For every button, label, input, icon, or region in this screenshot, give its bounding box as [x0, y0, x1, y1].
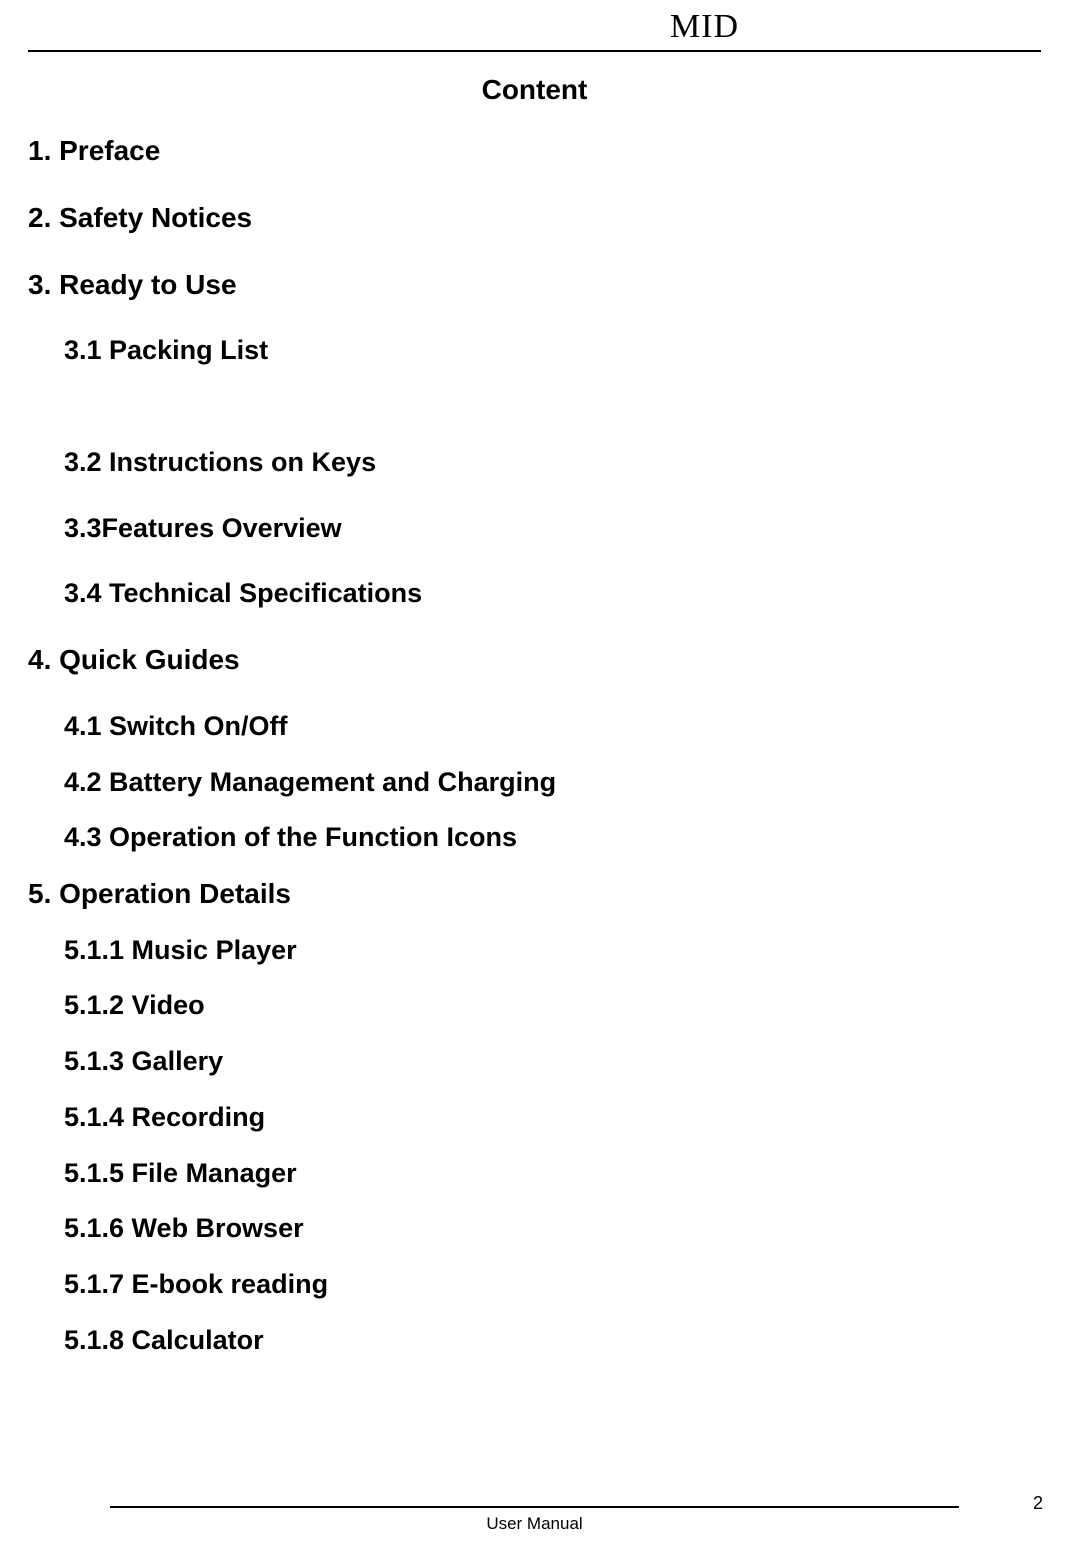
toc-entry: 4.1 Switch On/Off [64, 712, 1041, 742]
table-of-contents: 1. Preface 2. Safety Notices 3. Ready to… [0, 136, 1069, 1355]
page-header: MID [0, 0, 1069, 52]
page-footer: User Manual [0, 1506, 1069, 1534]
content-heading: Content [0, 74, 1069, 106]
toc-entry: 3.2 Instructions on Keys [64, 448, 1041, 478]
toc-entry: 4.3 Operation of the Function Icons [64, 823, 1041, 853]
footer-text: User Manual [0, 1514, 1069, 1534]
header-title: MID [0, 8, 1069, 46]
toc-entry: 4. Quick Guides [28, 645, 1041, 676]
toc-entry: 3. Ready to Use [28, 270, 1041, 301]
header-rule [28, 50, 1041, 52]
toc-entry: 5.1.3 Gallery [64, 1047, 1041, 1077]
toc-entry: 5.1.7 E-book reading [64, 1270, 1041, 1300]
toc-entry: 3.3Features Overview [64, 514, 1041, 544]
toc-entry: 3.1 Packing List [64, 336, 1041, 366]
toc-entry: 1. Preface [28, 136, 1041, 167]
footer-rule [110, 1506, 959, 1508]
toc-entry: 5.1.6 Web Browser [64, 1214, 1041, 1244]
toc-entry: 5.1.4 Recording [64, 1103, 1041, 1133]
toc-entry: 5. Operation Details [28, 879, 1041, 910]
toc-entry: 5.1.5 File Manager [64, 1159, 1041, 1189]
toc-entry: 5.1.1 Music Player [64, 936, 1041, 966]
toc-entry: 5.1.8 Calculator [64, 1326, 1041, 1356]
toc-gap [28, 402, 1041, 448]
toc-entry: 4.2 Battery Management and Charging [64, 768, 1041, 798]
toc-entry: 5.1.2 Video [64, 991, 1041, 1021]
toc-entry: 2. Safety Notices [28, 203, 1041, 234]
toc-entry: 3.4 Technical Specifications [64, 579, 1041, 609]
